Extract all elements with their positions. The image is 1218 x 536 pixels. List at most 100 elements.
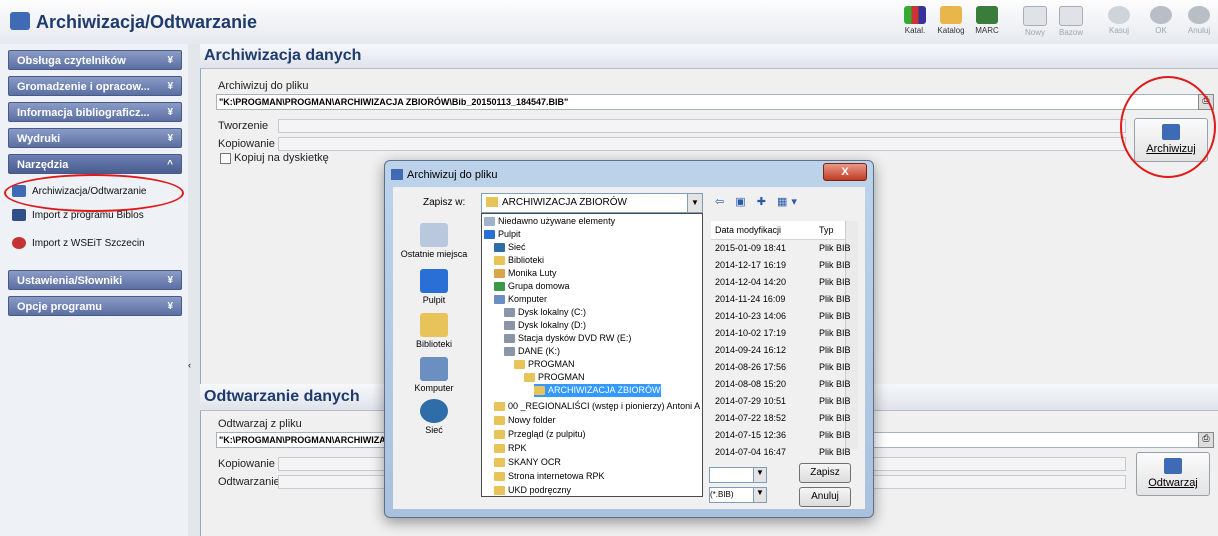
place-network[interactable]: Sieć [399,399,469,435]
dropdown-item[interactable]: 00 _REGIONALIŚCI (wstęp i pionierzy) Ant… [494,400,700,413]
sidebar-splitter[interactable]: ‹ [188,44,201,536]
sidebar-group-acquisition[interactable]: Gromadzenie i opracow... ¥ [8,76,182,96]
sidebar-group-settings[interactable]: Ustawienia/Słowniki ¥ [8,270,182,290]
sidebar-group-options[interactable]: Opcje programu ¥ [8,296,182,316]
new-button[interactable]: Nowy [1016,4,1054,42]
dropdown-item[interactable]: Dysk lokalny (D:) [504,319,586,332]
file-date: 2014-08-08 15:20 [715,379,787,389]
file-type: Plik BIB [819,362,851,372]
dropdown-item-selected[interactable]: ARCHIWIZACJA ZBIORÓW [534,384,661,397]
collapse-arrow-icon: ‹ [188,360,191,370]
dropdown-item[interactable]: Przegląd (z pulpitu) [494,428,586,441]
floppy-checkbox[interactable] [220,153,231,164]
place-recent[interactable]: Ostatnie miejsca [399,223,469,259]
sidebar-group-readers[interactable]: Obsługa czytelników ¥ [8,50,182,70]
highlight-ellipse [1120,76,1216,178]
sidebar-group-prints[interactable]: Wydruki ¥ [8,128,182,148]
cancel-toolbar-button[interactable]: Anuluj [1180,4,1218,42]
archive-file-input[interactable]: "K:\PROGMAN\PROGMAN\ARCHIWIZACJA ZBIORÓW… [216,94,1200,110]
folder-icon [514,360,525,370]
sidebar-group-bibliographic[interactable]: Informacja bibliograficz... ¥ [8,102,182,122]
file-type: Plik BIB [819,311,851,321]
restore-copy-label: Kopiowanie [218,458,275,470]
trash-icon [1108,6,1130,24]
create-progress [278,119,1126,133]
file-list-header: Data modyfikacji Typ [711,221,849,240]
folder-icon [494,472,505,482]
dropdown-item[interactable]: Grupa domowa [494,280,570,293]
chevron-down-icon: ¥ [167,133,173,144]
folder-icon [534,386,545,396]
dropdown-item[interactable]: UKD podręczny [494,484,571,497]
app-logo-icon [10,12,30,30]
filetype-combo[interactable]: (*.BIB) ▼ [709,487,767,503]
browse-icon[interactable]: ⎙ [1198,432,1214,448]
filename-combo[interactable]: ▼ [709,467,767,483]
file-type: Plik BIB [819,345,851,355]
restore-button[interactable]: Odtwarzaj [1136,452,1210,496]
network-icon [420,399,448,423]
file-date: 2014-11-24 16:09 [715,294,786,304]
delete-button[interactable]: Kasuj [1100,4,1138,42]
dropdown-item[interactable]: Biblioteki [494,254,544,267]
file-type: Plik BIB [819,396,851,406]
file-type: Plik BIB [819,260,851,270]
file-type: Plik BIB [819,430,851,440]
dropdown-item[interactable]: Stacja dysków DVD RW (E:) [504,332,631,345]
check-icon [1150,6,1172,24]
chevron-down-icon: ▼ [753,488,766,502]
dropdown-item[interactable]: DANE (K:) [504,345,560,358]
import-icon [12,237,26,250]
chevron-down-icon: ¥ [167,301,173,312]
marc-button[interactable]: MARC [968,4,1006,42]
dropdown-item[interactable]: SKANY OCR [494,456,561,469]
new-document-icon [1023,6,1047,26]
katal-button[interactable]: Katal. [896,4,934,42]
dropdown-item[interactable]: Pulpit [484,228,521,241]
file-type: Plik BIB [819,447,851,457]
file-date: 2014-07-29 10:51 [715,396,787,406]
dropdown-item[interactable]: RPK [494,442,527,455]
recent-icon [484,217,495,227]
dropdown-item[interactable]: Strona internetowa RPK [494,470,605,483]
archive-heading: Archiwizacja danych [204,47,362,64]
sidebar-item-import-wseit[interactable]: Import z WSEiT Szczecin [12,234,182,254]
dropdown-item[interactable]: Nowy folder [494,414,556,427]
restore-icon [1164,458,1182,474]
dropdown-item[interactable]: PROGMAN [524,371,585,384]
place-libraries[interactable]: Biblioteki [399,313,469,349]
ok-button[interactable]: OK [1142,4,1180,42]
folder-icon [494,402,505,412]
column-type[interactable]: Typ [819,225,834,235]
dropdown-item[interactable]: Monika Luty [494,267,557,280]
folder-combo[interactable]: ARCHIWIZACJA ZBIORÓW ▼ [481,193,703,213]
dropdown-item[interactable]: PROGMAN [514,358,575,371]
save-button[interactable]: Zapisz [799,463,851,483]
katalog-button[interactable]: Katalog [932,4,970,42]
user-icon [494,269,505,279]
dialog-close-button[interactable]: X [823,163,867,181]
folder-dropdown-list[interactable]: Niedawno używane elementy Pulpit Sieć Bi… [481,213,703,497]
drive-icon [504,308,515,318]
dropdown-item[interactable]: Dysk lokalny (C:) [504,306,586,319]
file-type: Plik BIB [819,379,851,389]
chevron-down-icon: ¥ [167,81,173,92]
dropdown-item[interactable]: Komputer [494,293,547,306]
close-icon [1188,6,1210,24]
recent-places-icon [420,223,448,247]
dropdown-item[interactable]: Niedawno używane elementy [484,215,615,228]
place-desktop[interactable]: Pulpit [399,269,469,305]
sidebar-group-tools[interactable]: Narzędzia ^ [8,154,182,174]
restore-file-label: Odtwarzaj z pliku [218,418,302,430]
column-date[interactable]: Data modyfikacji [715,225,781,235]
cancel-button[interactable]: Anuluj [799,487,851,507]
file-date: 2014-07-22 18:52 [715,413,787,423]
folder-icon [494,486,505,496]
file-date: 2014-08-26 17:56 [715,362,787,372]
drive-icon [504,321,515,331]
file-date: 2014-12-04 14:20 [715,277,787,287]
dropdown-item[interactable]: Sieć [494,241,526,254]
title-bar: Archiwizacja/Odtwarzanie Katal. Katalog … [0,0,1218,45]
place-computer[interactable]: Komputer [399,357,469,393]
base-button[interactable]: Bazow [1052,4,1090,42]
